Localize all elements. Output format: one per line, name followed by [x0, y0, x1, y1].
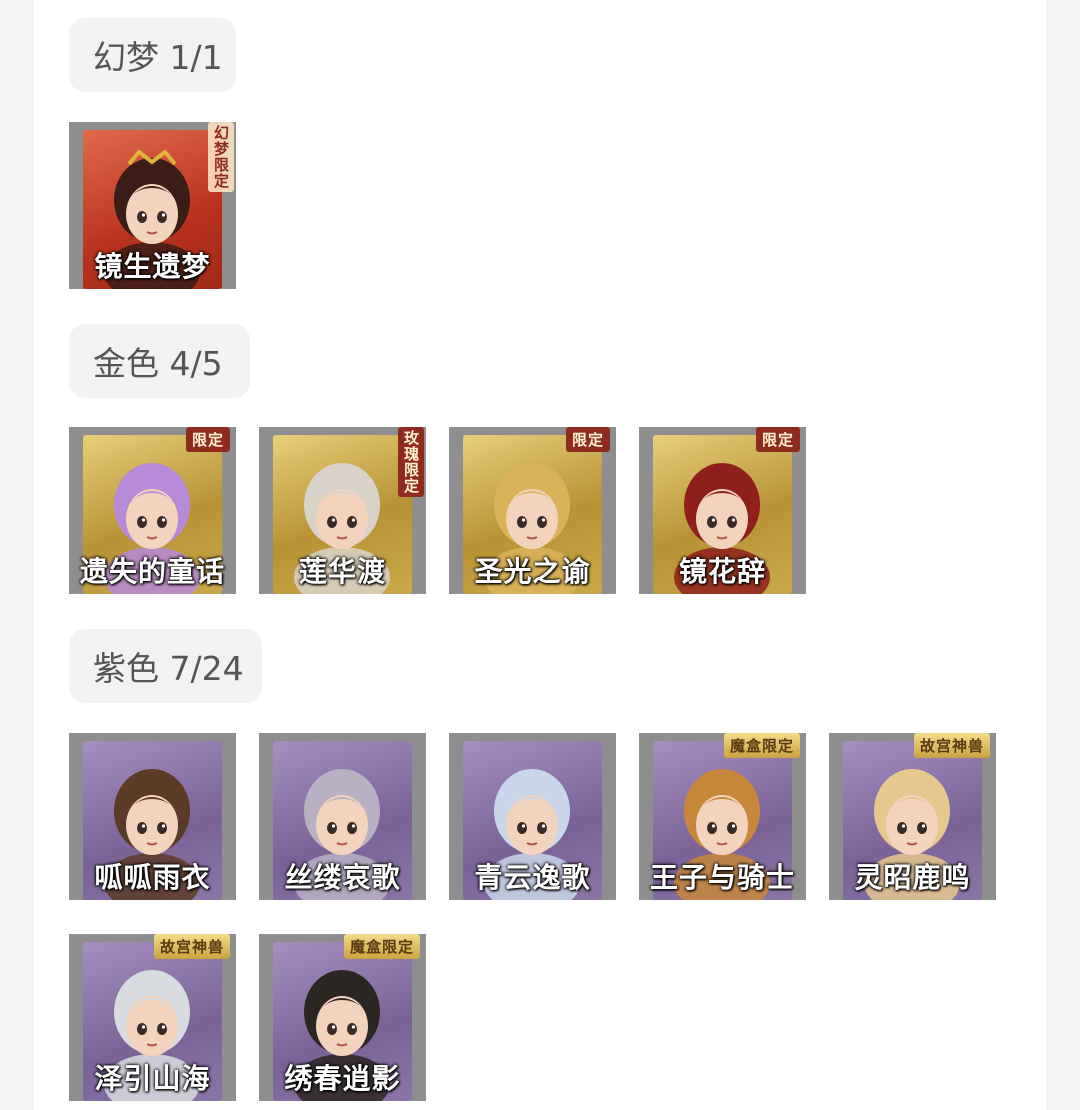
limited-badge: 故宫神兽	[153, 934, 230, 959]
skin-card[interactable]: 故宫神兽泽引山海	[69, 934, 236, 1101]
skin-name: 呱呱雨衣	[94, 861, 211, 894]
limited-badge: 限定	[185, 427, 230, 452]
skin-name: 王子与骑士	[649, 861, 795, 894]
limited-badge: 幻梦限定	[208, 122, 234, 192]
skin-card[interactable]: 幻梦限定镜生遗梦	[69, 122, 236, 289]
skin-name: 镜花辞	[678, 555, 766, 588]
skin-card[interactable]: 玫瑰限定莲华渡	[259, 427, 426, 594]
skin-name: 遗失的童话	[79, 555, 225, 588]
limited-badge: 魔盒限定	[723, 733, 800, 758]
skin-card[interactable]: 丝缕哀歌	[259, 733, 426, 900]
section-header-gold: 金色 4/5	[69, 324, 250, 398]
skin-name: 绣春逍影	[284, 1062, 401, 1095]
skin-card[interactable]: 魔盒限定绣春逍影	[259, 934, 426, 1101]
limited-badge: 限定	[565, 427, 610, 452]
skin-card[interactable]: 呱呱雨衣	[69, 733, 236, 900]
skin-card[interactable]: 限定圣光之谕	[449, 427, 616, 594]
section-header-purple: 紫色 7/24	[69, 629, 262, 703]
skin-card[interactable]: 限定镜花辞	[639, 427, 806, 594]
skin-name: 丝缕哀歌	[284, 861, 401, 894]
skin-name: 泽引山海	[94, 1062, 211, 1095]
skin-name: 灵昭鹿鸣	[854, 861, 971, 894]
section-header-dream: 幻梦 1/1	[69, 18, 236, 92]
skin-name: 圣光之谕	[474, 555, 591, 588]
skin-card[interactable]: 魔盒限定王子与骑士	[639, 733, 806, 900]
skin-card[interactable]: 青云逸歌	[449, 733, 616, 900]
limited-badge: 限定	[755, 427, 800, 452]
skin-card[interactable]: 限定遗失的童话	[69, 427, 236, 594]
limited-badge: 故宫神兽	[913, 733, 990, 758]
limited-badge: 玫瑰限定	[398, 427, 424, 497]
skin-name: 青云逸歌	[474, 861, 591, 894]
limited-badge: 魔盒限定	[343, 934, 420, 959]
skin-name: 莲华渡	[298, 555, 386, 588]
skin-card[interactable]: 故宫神兽灵昭鹿鸣	[829, 733, 996, 900]
skin-name: 镜生遗梦	[94, 250, 211, 283]
